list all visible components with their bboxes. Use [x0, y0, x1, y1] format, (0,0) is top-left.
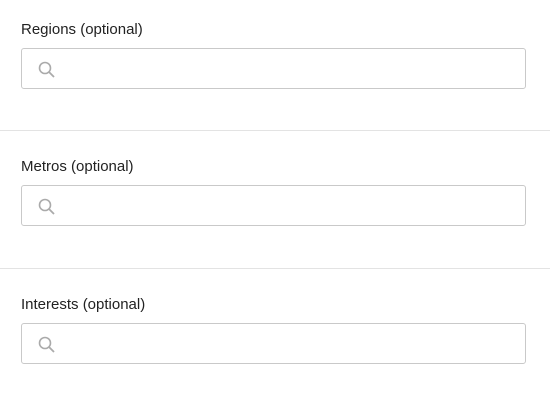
divider — [0, 130, 550, 131]
search-icon — [38, 336, 55, 353]
regions-search-input[interactable] — [21, 48, 526, 90]
interests-search-input[interactable] — [21, 323, 526, 365]
interests-input[interactable] — [66, 324, 520, 365]
regions-label: Regions (optional) — [21, 21, 143, 38]
metros-input[interactable] — [66, 186, 520, 227]
interests-label: Interests (optional) — [21, 296, 146, 313]
metros-label: Metros (optional) — [21, 158, 134, 175]
metros-search-input[interactable] — [21, 185, 526, 227]
search-icon — [38, 198, 55, 215]
divider — [0, 268, 550, 269]
regions-input[interactable] — [66, 49, 520, 90]
search-icon — [38, 61, 55, 78]
